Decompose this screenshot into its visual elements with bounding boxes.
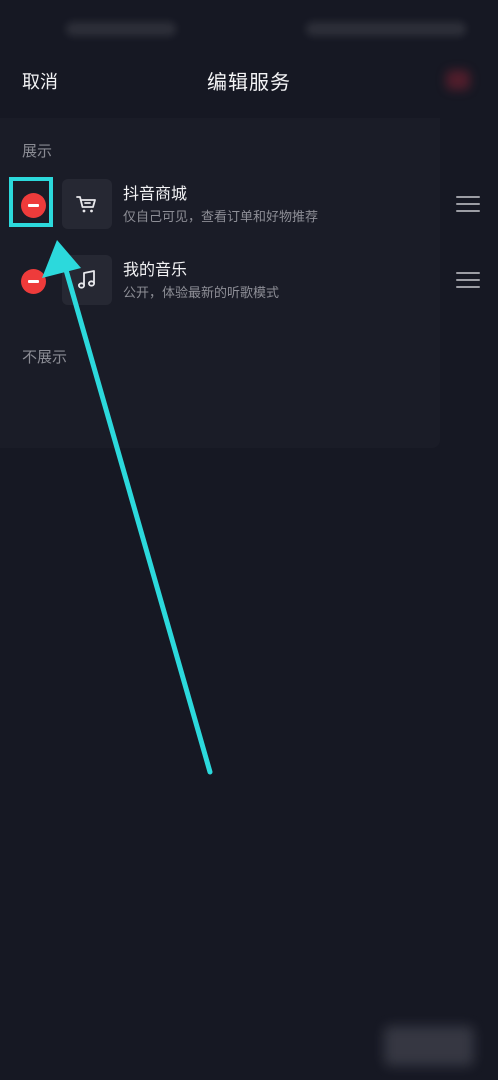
watermark: [384, 1026, 474, 1066]
annotation-arrow-icon: [42, 240, 213, 775]
